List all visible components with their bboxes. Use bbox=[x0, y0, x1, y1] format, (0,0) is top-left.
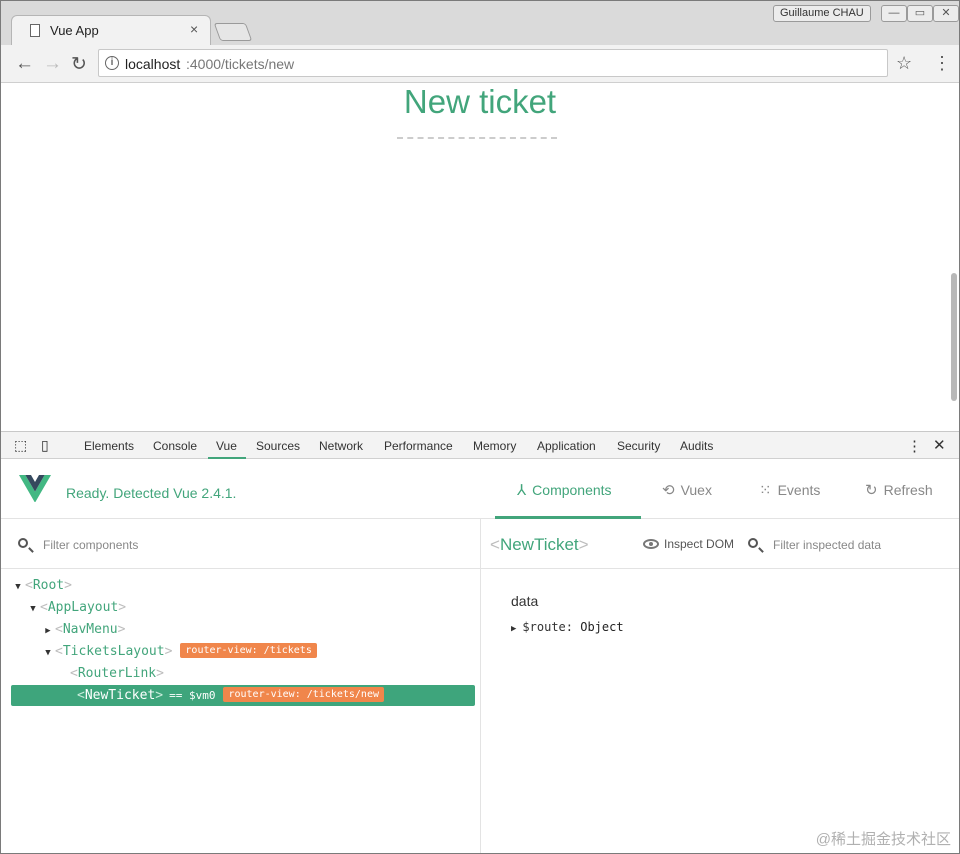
filter-components-bar: Filter components bbox=[1, 519, 481, 569]
watermark: @稀土掘金技术社区 bbox=[815, 831, 951, 848]
new-tab-button[interactable] bbox=[213, 23, 253, 41]
field-key: $route bbox=[522, 620, 566, 634]
info-icon[interactable]: i bbox=[105, 56, 119, 70]
devtools-menu-icon[interactable]: ⋮ bbox=[907, 437, 922, 455]
tab-title: Vue App bbox=[50, 23, 99, 38]
events-icon: ⁙ bbox=[759, 482, 772, 499]
document-icon bbox=[30, 24, 40, 37]
refresh-button[interactable]: ↻ Refresh bbox=[865, 481, 933, 499]
filter-components-input[interactable]: Filter components bbox=[43, 538, 138, 552]
page-scrollbar[interactable] bbox=[949, 83, 957, 431]
tree-node-newticket[interactable]: <NewTicket> == $vm0 router-view: /tickets/… bbox=[11, 685, 475, 706]
component-name: NavMenu bbox=[62, 622, 118, 637]
url-path: :4000/tickets/new bbox=[186, 56, 295, 72]
profile-button[interactable]: Guillaume CHAU bbox=[773, 5, 871, 22]
close-devtools-icon[interactable]: ✕ bbox=[933, 436, 946, 454]
browser-tab[interactable]: Vue App × bbox=[11, 15, 211, 45]
components-icon: ⅄ bbox=[517, 482, 527, 499]
page-content: New ticket bbox=[1, 83, 959, 431]
component-name: Root bbox=[32, 578, 65, 593]
inspector-panel: <NewTicket> Inspect DOM Filter inspected… bbox=[481, 519, 959, 853]
inspect-dom-label: Inspect DOM bbox=[664, 537, 735, 551]
forward-icon[interactable]: → bbox=[43, 53, 62, 75]
browser-toolbar: ← → ↻ i localhost :4000/tickets/new ☆ ⋮ bbox=[1, 45, 959, 83]
component-name: NewTicket bbox=[84, 688, 156, 703]
router-view-badge: router-view: /tickets bbox=[180, 643, 317, 658]
component-name: TicketsLayout bbox=[62, 644, 165, 659]
device-toolbar-icon[interactable]: ▯ bbox=[41, 437, 49, 454]
expand-arrow-icon[interactable]: ▼ bbox=[26, 599, 40, 620]
refresh-icon: ↻ bbox=[865, 482, 878, 499]
tree-node-root[interactable]: ▼ <Root> bbox=[11, 575, 475, 596]
router-view-badge: router-view: /tickets/new bbox=[223, 687, 384, 702]
tab-events-label: Events bbox=[777, 482, 821, 498]
scrollbar-thumb[interactable] bbox=[951, 273, 957, 401]
address-bar[interactable]: i localhost :4000/tickets/new bbox=[98, 49, 888, 77]
collapsed-arrow-icon[interactable]: ▶ bbox=[511, 624, 516, 634]
component-name: AppLayout bbox=[47, 600, 119, 615]
minimize-button[interactable]: — bbox=[881, 5, 907, 22]
vue-logo-icon bbox=[19, 475, 51, 502]
vue-status: Ready. Detected Vue 2.4.1. bbox=[66, 485, 237, 501]
tab-components[interactable]: ⅄ Components bbox=[517, 481, 612, 499]
search-icon bbox=[748, 538, 758, 548]
filter-inspected-data-input[interactable]: Filter inspected data bbox=[773, 538, 881, 552]
back-icon[interactable]: ← bbox=[15, 53, 34, 75]
inspector-header: <NewTicket> Inspect DOM Filter inspected… bbox=[481, 519, 959, 569]
tab-sources[interactable]: Sources bbox=[256, 439, 300, 453]
tab-components-label: Components bbox=[532, 482, 612, 498]
tree-node-applayout[interactable]: ▼ <AppLayout> bbox=[11, 597, 475, 618]
devtools-tab-bar: ⬚ ▯ Elements Console Vue Sources Network… bbox=[1, 431, 959, 459]
page-title: New ticket bbox=[403, 83, 557, 120]
tab-vue[interactable]: Vue bbox=[216, 439, 237, 453]
field-colon: : bbox=[565, 620, 581, 634]
browser-window: Vue App × Guillaume CHAU — ▭ ✕ ← → ↻ i l… bbox=[0, 0, 960, 854]
tab-console[interactable]: Console bbox=[153, 439, 197, 453]
tab-network[interactable]: Network bbox=[319, 439, 363, 453]
menu-dots-icon[interactable]: ⋮ bbox=[933, 53, 951, 74]
tab-close-icon[interactable]: × bbox=[190, 21, 198, 37]
component-name: RouterLink bbox=[77, 666, 157, 681]
collapsed-arrow-icon[interactable]: ▶ bbox=[41, 621, 55, 642]
eye-icon bbox=[643, 539, 659, 549]
tab-security[interactable]: Security bbox=[617, 439, 660, 453]
inspected-name-text: NewTicket bbox=[499, 535, 579, 554]
field-value: Object bbox=[580, 620, 624, 634]
title-bar: Vue App × Guillaume CHAU — ▭ ✕ bbox=[1, 1, 959, 45]
tree-node-ticketslayout[interactable]: ▼ <TicketsLayout> router-view: /tickets bbox=[11, 641, 475, 662]
history-icon: ⟲ bbox=[662, 482, 675, 499]
close-window-button[interactable]: ✕ bbox=[933, 5, 959, 22]
bookmark-star-icon[interactable]: ☆ bbox=[896, 53, 912, 74]
tab-events[interactable]: ⁙ Events bbox=[759, 481, 820, 499]
inspect-element-icon[interactable]: ⬚ bbox=[14, 437, 27, 454]
vue-devtools-header: Ready. Detected Vue 2.4.1. ⅄ Components ⟲… bbox=[1, 459, 959, 519]
data-field-row[interactable]: ▶ $route: Object bbox=[511, 620, 624, 634]
inspected-component-name: <NewTicket> bbox=[490, 535, 589, 554]
inspect-dom-button[interactable]: Inspect DOM bbox=[643, 537, 734, 551]
refresh-label: Refresh bbox=[883, 482, 933, 498]
tab-memory[interactable]: Memory bbox=[473, 439, 516, 453]
maximize-button[interactable]: ▭ bbox=[907, 5, 933, 22]
data-section-label: data bbox=[511, 593, 539, 609]
tab-performance[interactable]: Performance bbox=[384, 439, 453, 453]
tab-vuex-label: Vuex bbox=[680, 482, 712, 498]
search-icon bbox=[18, 538, 28, 548]
expand-arrow-icon[interactable]: ▼ bbox=[11, 577, 25, 598]
title-divider bbox=[397, 137, 557, 139]
vm-reference: == $vm0 bbox=[169, 689, 216, 702]
url-host: localhost bbox=[125, 56, 181, 72]
tree-node-routerlink[interactable]: <RouterLink> bbox=[11, 663, 475, 684]
tree-node-navmenu[interactable]: ▶ <NavMenu> bbox=[11, 619, 475, 640]
tab-application[interactable]: Application bbox=[537, 439, 596, 453]
tab-audits[interactable]: Audits bbox=[680, 439, 713, 453]
reload-icon[interactable]: ↻ bbox=[71, 53, 87, 76]
expand-arrow-icon[interactable]: ▼ bbox=[41, 643, 55, 664]
component-tree-panel: Filter components ▼ <Root> ▼ <AppLayout> ▶… bbox=[1, 519, 481, 853]
tab-vuex[interactable]: ⟲ Vuex bbox=[662, 481, 712, 499]
tab-elements[interactable]: Elements bbox=[84, 439, 134, 453]
